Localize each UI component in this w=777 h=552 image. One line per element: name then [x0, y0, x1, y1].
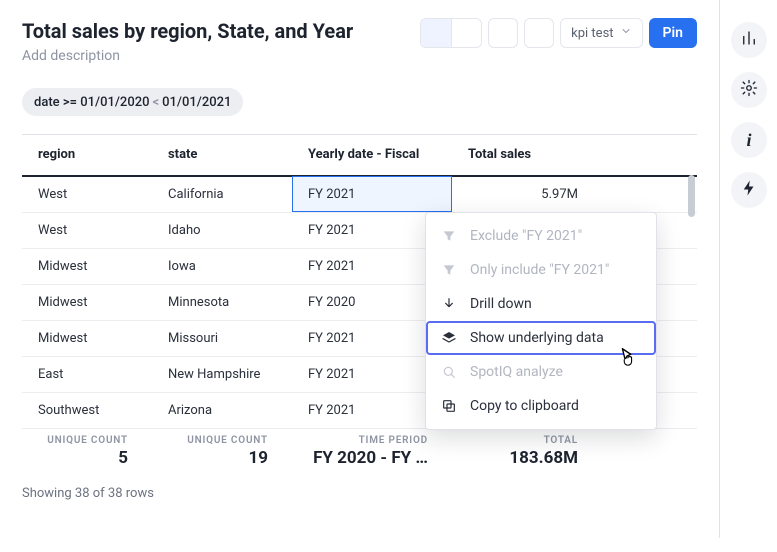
footer-total: TOTAL 183.68M	[452, 428, 602, 472]
col-state[interactable]: state	[152, 135, 292, 176]
table-row[interactable]: WestCaliforniaFY 20215.97M	[22, 176, 697, 213]
col-total[interactable]: Total sales	[452, 135, 602, 176]
filter-op2: <	[150, 95, 163, 110]
menu-item-filter: Only include "FY 2021"	[426, 253, 656, 287]
pinboard-dropdown[interactable]: kpi test	[560, 18, 642, 48]
toolbar: kpi test Pin	[420, 18, 697, 48]
footer-period: TIME PERIOD FY 2020 - FY …	[292, 428, 452, 472]
header: Total sales by region, State, and Year A…	[22, 18, 697, 64]
scrollbar-thumb[interactable]	[688, 175, 695, 217]
rail-info-button[interactable]: i	[731, 122, 767, 158]
menu-item-label: Only include "FY 2021"	[470, 262, 609, 278]
cell-total[interactable]: 5.97M	[452, 176, 602, 213]
menu-item-label: Drill down	[470, 296, 532, 312]
col-period[interactable]: Yearly date - Fiscal	[292, 135, 452, 176]
filter-chip[interactable]: date >= 01/01/2020 < 01/01/2021	[22, 88, 243, 116]
search-icon	[440, 364, 458, 380]
right-rail: i	[721, 0, 777, 538]
filter-op1: >=	[63, 95, 77, 110]
cell-region[interactable]: West	[22, 176, 152, 213]
cell-state[interactable]: Missouri	[152, 320, 292, 356]
filter-icon	[440, 228, 458, 244]
page-title[interactable]: Total sales by region, State, and Year	[22, 18, 410, 44]
cell-region[interactable]: East	[22, 356, 152, 392]
lightning-icon	[740, 179, 758, 201]
view-toggle	[420, 18, 482, 48]
context-menu: Exclude "FY 2021" Only include "FY 2021" D…	[425, 212, 657, 430]
chevron-down-icon	[620, 25, 632, 41]
filter-val1: 01/01/2020	[80, 95, 149, 110]
menu-item-label: SpotIQ analyze	[470, 364, 563, 380]
cell-region[interactable]: Midwest	[22, 320, 152, 356]
table-view-button[interactable]	[421, 19, 451, 47]
cell-region[interactable]: Midwest	[22, 248, 152, 284]
cell-state[interactable]: Idaho	[152, 212, 292, 248]
filter-field: date	[34, 95, 60, 110]
cell-state[interactable]: California	[152, 176, 292, 213]
cell-spacer	[602, 176, 697, 213]
footer-state: UNIQUE COUNT 19	[152, 428, 292, 472]
pin-label: Pin	[663, 25, 683, 41]
pin-button[interactable]: Pin	[649, 18, 697, 48]
drill-icon	[440, 296, 458, 312]
layers-icon	[440, 330, 458, 346]
col-spacer	[602, 135, 697, 176]
map-view-button[interactable]	[451, 19, 481, 47]
cell-region[interactable]: West	[22, 212, 152, 248]
cell-state[interactable]: New Hampshire	[152, 356, 292, 392]
cell-region[interactable]: Midwest	[22, 284, 152, 320]
share-button[interactable]	[488, 18, 518, 48]
page-subtitle[interactable]: Add description	[22, 48, 410, 64]
table-header: region state Yearly date - Fiscal Total …	[22, 135, 697, 176]
title-block: Total sales by region, State, and Year A…	[22, 18, 410, 64]
more-button[interactable]	[524, 18, 554, 48]
menu-item-label: Exclude "FY 2021"	[470, 228, 582, 244]
menu-item-label: Show underlying data	[470, 330, 604, 346]
bar-chart-icon	[740, 29, 758, 51]
cell-region[interactable]: Southwest	[22, 392, 152, 428]
cell-state[interactable]: Arizona	[152, 392, 292, 428]
menu-item-copy[interactable]: Copy to clipboard	[426, 389, 656, 423]
table-footer: UNIQUE COUNT 5 UNIQUE COUNT 19 TIME PERI…	[22, 428, 697, 472]
rail-spotiq-button[interactable]	[731, 172, 767, 208]
filter-icon	[440, 262, 458, 278]
cell-state[interactable]: Minnesota	[152, 284, 292, 320]
rail-chart-button[interactable]	[731, 22, 767, 58]
footer-region: UNIQUE COUNT 5	[22, 428, 152, 472]
status-text: Showing 38 of 38 rows	[22, 486, 697, 501]
rail-settings-button[interactable]	[731, 72, 767, 108]
cell-state[interactable]: Iowa	[152, 248, 292, 284]
cell-period[interactable]: FY 2021	[292, 176, 452, 213]
copy-icon	[440, 398, 458, 414]
gear-icon	[740, 79, 758, 101]
menu-item-drill[interactable]: Drill down	[426, 287, 656, 321]
col-region[interactable]: region	[22, 135, 152, 176]
menu-item-layers-highlight[interactable]: Show underlying data	[426, 321, 656, 355]
menu-item-search: SpotIQ analyze	[426, 355, 656, 389]
menu-item-label: Copy to clipboard	[470, 398, 579, 414]
filter-val2: 01/01/2021	[162, 95, 231, 110]
dropdown-label: kpi test	[571, 26, 613, 41]
info-icon: i	[746, 130, 751, 151]
menu-item-filter: Exclude "FY 2021"	[426, 219, 656, 253]
